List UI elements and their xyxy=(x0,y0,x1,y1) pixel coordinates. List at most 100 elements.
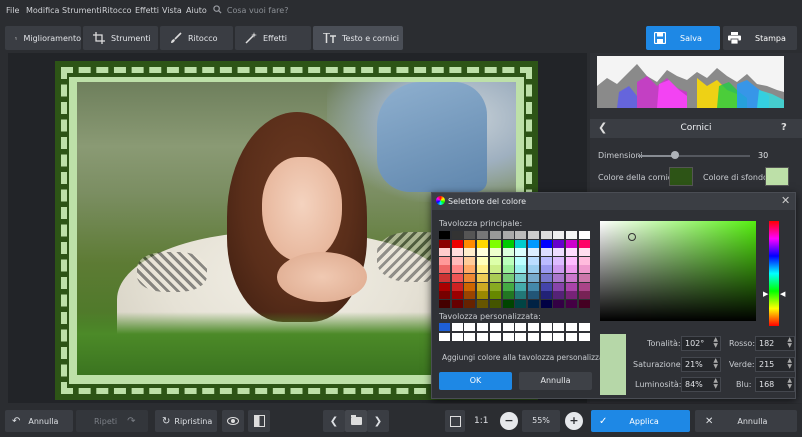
menu-file[interactable]: File xyxy=(6,6,19,15)
add-custom-color-button[interactable]: Aggiungi colore alla tavolozza personali… xyxy=(442,353,611,362)
menu-vista[interactable]: Vista xyxy=(162,6,182,15)
palette-swatch[interactable] xyxy=(464,256,476,265)
palette-swatch[interactable] xyxy=(527,248,539,257)
spin-arrows-icon[interactable]: ▲ ▼ xyxy=(713,337,718,349)
print-button[interactable]: Stampa xyxy=(723,26,797,50)
palette-swatch[interactable] xyxy=(489,256,501,265)
palette-swatch[interactable] xyxy=(515,291,527,300)
palette-swatch[interactable] xyxy=(566,282,577,291)
spin-arrows-icon[interactable]: ▲ ▼ xyxy=(713,358,718,370)
redo-button[interactable]: Ripeti ↷ xyxy=(76,410,148,432)
palette-swatch[interactable] xyxy=(502,274,514,282)
apply-button[interactable]: ✓ Applica xyxy=(591,410,690,432)
custom-swatch[interactable] xyxy=(540,323,552,331)
palette-swatch[interactable] xyxy=(527,274,539,282)
palette-swatch[interactable] xyxy=(515,248,527,257)
save-button[interactable]: Salva xyxy=(646,26,720,50)
palette-swatch[interactable] xyxy=(566,265,577,274)
palette-swatch[interactable] xyxy=(489,274,501,282)
palette-swatch[interactable] xyxy=(566,256,577,265)
palette-swatch[interactable] xyxy=(566,239,577,248)
custom-swatch[interactable] xyxy=(502,333,514,341)
palette-swatch[interactable] xyxy=(451,248,463,257)
custom-swatch[interactable] xyxy=(477,333,489,341)
color-field[interactable] xyxy=(600,221,756,321)
custom-swatch[interactable] xyxy=(515,323,527,331)
dimension-slider[interactable] xyxy=(638,151,750,159)
palette-swatch[interactable] xyxy=(489,291,501,300)
bg-color-swatch[interactable] xyxy=(765,167,789,186)
palette-swatch[interactable] xyxy=(527,265,539,274)
custom-swatch[interactable] xyxy=(451,323,463,331)
palette-swatch[interactable] xyxy=(566,291,577,300)
palette-swatch[interactable] xyxy=(439,256,450,265)
palette-swatch[interactable] xyxy=(439,265,450,274)
zoom-1to1-button[interactable]: 1:1 xyxy=(474,416,488,426)
palette-swatch[interactable] xyxy=(515,299,527,308)
palette-swatch[interactable] xyxy=(477,299,489,308)
custom-swatch[interactable] xyxy=(502,323,514,331)
blue-input[interactable]: 168 ▲ ▼ xyxy=(755,377,795,392)
palette-swatch[interactable] xyxy=(540,299,552,308)
palette-swatch[interactable] xyxy=(489,239,501,248)
close-icon[interactable]: ✕ xyxy=(781,194,790,207)
palette-swatch[interactable] xyxy=(527,291,539,300)
custom-swatch[interactable] xyxy=(477,323,489,331)
palette-swatch[interactable] xyxy=(464,231,476,239)
palette-swatch[interactable] xyxy=(553,248,565,257)
spin-arrows-icon[interactable]: ▲ ▼ xyxy=(713,378,718,390)
palette-swatch[interactable] xyxy=(464,248,476,257)
red-input[interactable]: 182 ▲ ▼ xyxy=(755,336,795,351)
help-icon[interactable]: ? xyxy=(781,122,787,133)
menu-modifica[interactable]: Modifica xyxy=(26,6,59,15)
zoom-value-box[interactable]: 55% xyxy=(522,410,560,432)
palette-swatch[interactable] xyxy=(439,248,450,257)
zoom-out-button[interactable]: − xyxy=(500,412,518,430)
palette-swatch[interactable] xyxy=(502,299,514,308)
palette-swatch[interactable] xyxy=(502,231,514,239)
palette-swatch[interactable] xyxy=(540,239,552,248)
palette-swatch[interactable] xyxy=(578,299,590,308)
zoom-in-button[interactable]: + xyxy=(565,412,583,430)
palette-swatch[interactable] xyxy=(540,282,552,291)
palette-swatch[interactable] xyxy=(489,282,501,291)
hue-input[interactable]: 102° ▲ ▼ xyxy=(681,336,721,351)
frame-color-swatch[interactable] xyxy=(669,167,693,186)
palette-swatch[interactable] xyxy=(527,256,539,265)
palette-swatch[interactable] xyxy=(477,248,489,257)
palette-swatch[interactable] xyxy=(515,239,527,248)
custom-swatch[interactable] xyxy=(451,333,463,341)
color-field-cursor[interactable] xyxy=(628,233,636,241)
ok-button[interactable]: OK xyxy=(439,372,512,390)
palette-swatch[interactable] xyxy=(566,299,577,308)
dialog-cancel-button[interactable]: Annulla xyxy=(519,372,592,390)
custom-swatch[interactable] xyxy=(515,333,527,341)
open-folder-button[interactable] xyxy=(345,410,367,432)
palette-swatch[interactable] xyxy=(540,231,552,239)
palette-swatch[interactable] xyxy=(578,256,590,265)
tab-effetti[interactable]: Effetti xyxy=(235,26,311,50)
palette-swatch[interactable] xyxy=(451,299,463,308)
palette-swatch[interactable] xyxy=(515,274,527,282)
spin-arrows-icon[interactable]: ▲ ▼ xyxy=(787,358,792,370)
next-image-button[interactable]: ❯ xyxy=(367,410,389,432)
custom-swatch[interactable] xyxy=(464,333,476,341)
palette-swatch[interactable] xyxy=(439,299,450,308)
tab-ritocco[interactable]: Ritocco xyxy=(160,26,233,50)
palette-swatch[interactable] xyxy=(566,274,577,282)
palette-swatch[interactable] xyxy=(566,248,577,257)
palette-swatch[interactable] xyxy=(439,231,450,239)
palette-swatch[interactable] xyxy=(553,274,565,282)
green-input[interactable]: 215 ▲ ▼ xyxy=(755,357,795,372)
menu-ritocco[interactable]: Ritocco xyxy=(102,6,132,15)
palette-swatch[interactable] xyxy=(439,274,450,282)
palette-swatch[interactable] xyxy=(451,282,463,291)
palette-swatch[interactable] xyxy=(477,265,489,274)
custom-swatch[interactable] xyxy=(489,323,501,331)
palette-swatch[interactable] xyxy=(489,265,501,274)
palette-swatch[interactable] xyxy=(502,256,514,265)
palette-swatch[interactable] xyxy=(553,291,565,300)
palette-swatch[interactable] xyxy=(464,282,476,291)
hue-slider[interactable] xyxy=(769,221,779,326)
palette-swatch[interactable] xyxy=(451,274,463,282)
